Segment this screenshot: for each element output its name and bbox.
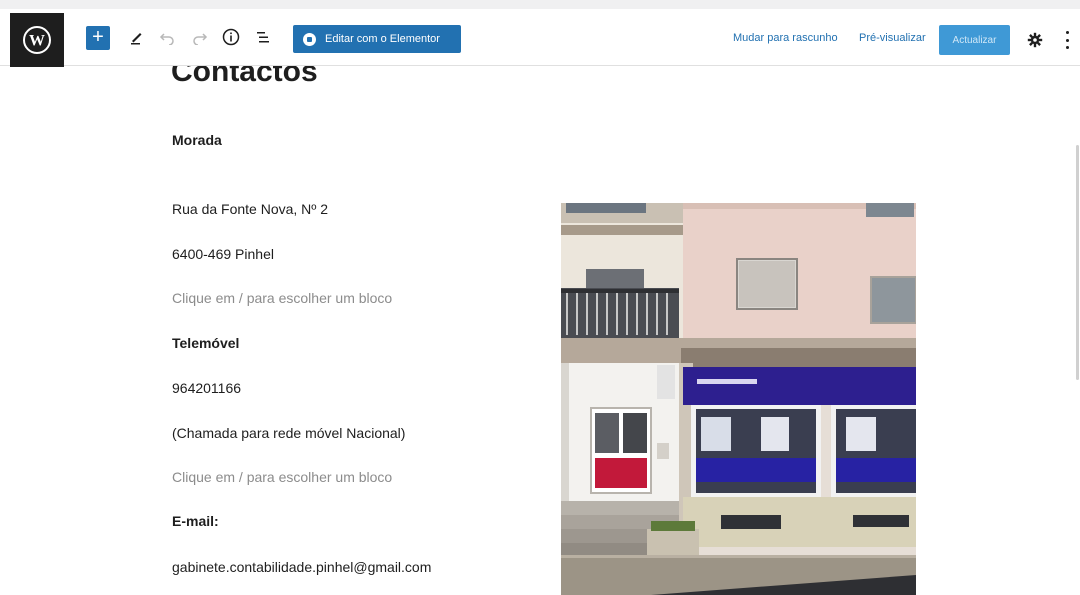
redo-icon[interactable] <box>191 28 209 46</box>
update-button[interactable]: Actualizar <box>939 25 1010 55</box>
more-vertical-icon[interactable] <box>1062 31 1072 49</box>
editor-toolbar: W + Editar com o Elementor Mudar para ra… <box>0 9 1080 67</box>
building-photo-graphic <box>561 203 916 595</box>
save-draft-button[interactable]: Mudar para rascunho <box>733 32 838 44</box>
block-morada-heading[interactable]: Morada <box>172 132 222 148</box>
add-block-button[interactable]: + <box>86 26 110 50</box>
elementor-icon <box>303 32 316 46</box>
scrollbar[interactable] <box>1076 145 1079 380</box>
info-icon[interactable] <box>222 28 240 46</box>
block-address-line[interactable]: Rua da Fonte Nova, Nº 2 <box>172 201 328 217</box>
block-phone-note[interactable]: (Chamada para rede móvel Nacional) <box>172 425 405 441</box>
preview-button[interactable]: Pré-visualizar <box>859 32 926 44</box>
block-placeholder[interactable]: Clique em / para escolher um bloco <box>172 469 392 485</box>
svg-text:W: W <box>29 33 45 50</box>
building-photo[interactable] <box>561 203 916 595</box>
block-placeholder[interactable]: Clique em / para escolher um bloco <box>172 290 392 306</box>
list-view-icon[interactable] <box>254 28 272 46</box>
block-telemovel-heading[interactable]: Telemóvel <box>172 335 239 351</box>
block-email-heading[interactable]: E-mail: <box>172 513 219 529</box>
settings-button[interactable] <box>1025 30 1045 50</box>
top-strip <box>0 0 1080 9</box>
edit-with-elementor-label: Editar com o Elementor <box>325 33 440 45</box>
gear-icon <box>1027 32 1043 48</box>
wordpress-logo-button[interactable]: W <box>10 13 64 67</box>
wordpress-icon: W <box>23 26 51 54</box>
pencil-icon[interactable] <box>128 28 146 46</box>
block-email-address[interactable]: gabinete.contabilidade.pinhel@gmail.com <box>172 559 431 575</box>
block-postal-code[interactable]: 6400-469 Pinhel <box>172 246 274 262</box>
undo-icon[interactable] <box>158 28 176 46</box>
block-phone-number[interactable]: 964201166 <box>172 380 241 396</box>
edit-with-elementor-button[interactable]: Editar com o Elementor <box>293 25 461 53</box>
